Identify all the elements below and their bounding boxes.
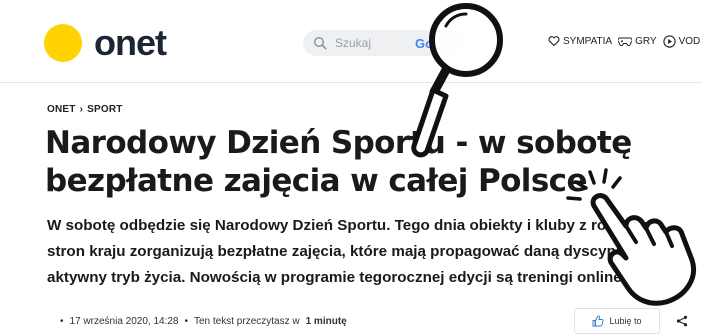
top-nav: SYMPATIA GRY VOD (548, 34, 702, 48)
logo-text: onet (94, 22, 167, 63)
read-time: 1 minutę (305, 316, 347, 327)
read-time-prefix: Ten tekst przeczytasz w (194, 316, 300, 327)
breadcrumb-separator: › (79, 104, 84, 115)
meta-bullet: • (60, 316, 64, 327)
gamepad-icon (618, 37, 633, 47)
logo-yellow-dot (44, 24, 82, 62)
nav-item-label: GRY (635, 35, 657, 47)
article-meta: • 17 września 2020, 14:28 • Ten tekst pr… (60, 316, 347, 327)
play-icon (662, 34, 676, 48)
nav-item-sympatia[interactable]: SYMPATIA (548, 35, 612, 47)
magnifying-glass-icon (411, 3, 503, 158)
pointing-hand-icon (566, 168, 696, 306)
nav-item-label: VOD (678, 35, 701, 47)
heart-icon (548, 36, 560, 47)
nav-item-vod[interactable]: VOD (662, 34, 701, 48)
like-button-label: Lubię to (609, 316, 642, 326)
onet-logo[interactable]: onet (44, 22, 167, 63)
article-date: 17 września 2020, 14:28 (69, 316, 179, 327)
like-button[interactable]: Lubię to (574, 308, 660, 334)
breadcrumb: ONET › SPORT (47, 104, 123, 115)
breadcrumb-item-onet[interactable]: ONET (47, 104, 76, 115)
share-button[interactable] (668, 308, 696, 334)
nav-item-label: SYMPATIA (563, 35, 613, 47)
search-input[interactable] (333, 35, 407, 51)
top-bar: onet Go SYMPATIA GRY (0, 0, 702, 83)
share-icon (676, 315, 688, 327)
search-icon (313, 36, 327, 50)
thumbs-up-icon (593, 315, 604, 327)
meta-bullet: • (184, 316, 188, 327)
nav-item-gry[interactable]: GRY (618, 35, 657, 47)
breadcrumb-item-sport[interactable]: SPORT (87, 104, 122, 115)
